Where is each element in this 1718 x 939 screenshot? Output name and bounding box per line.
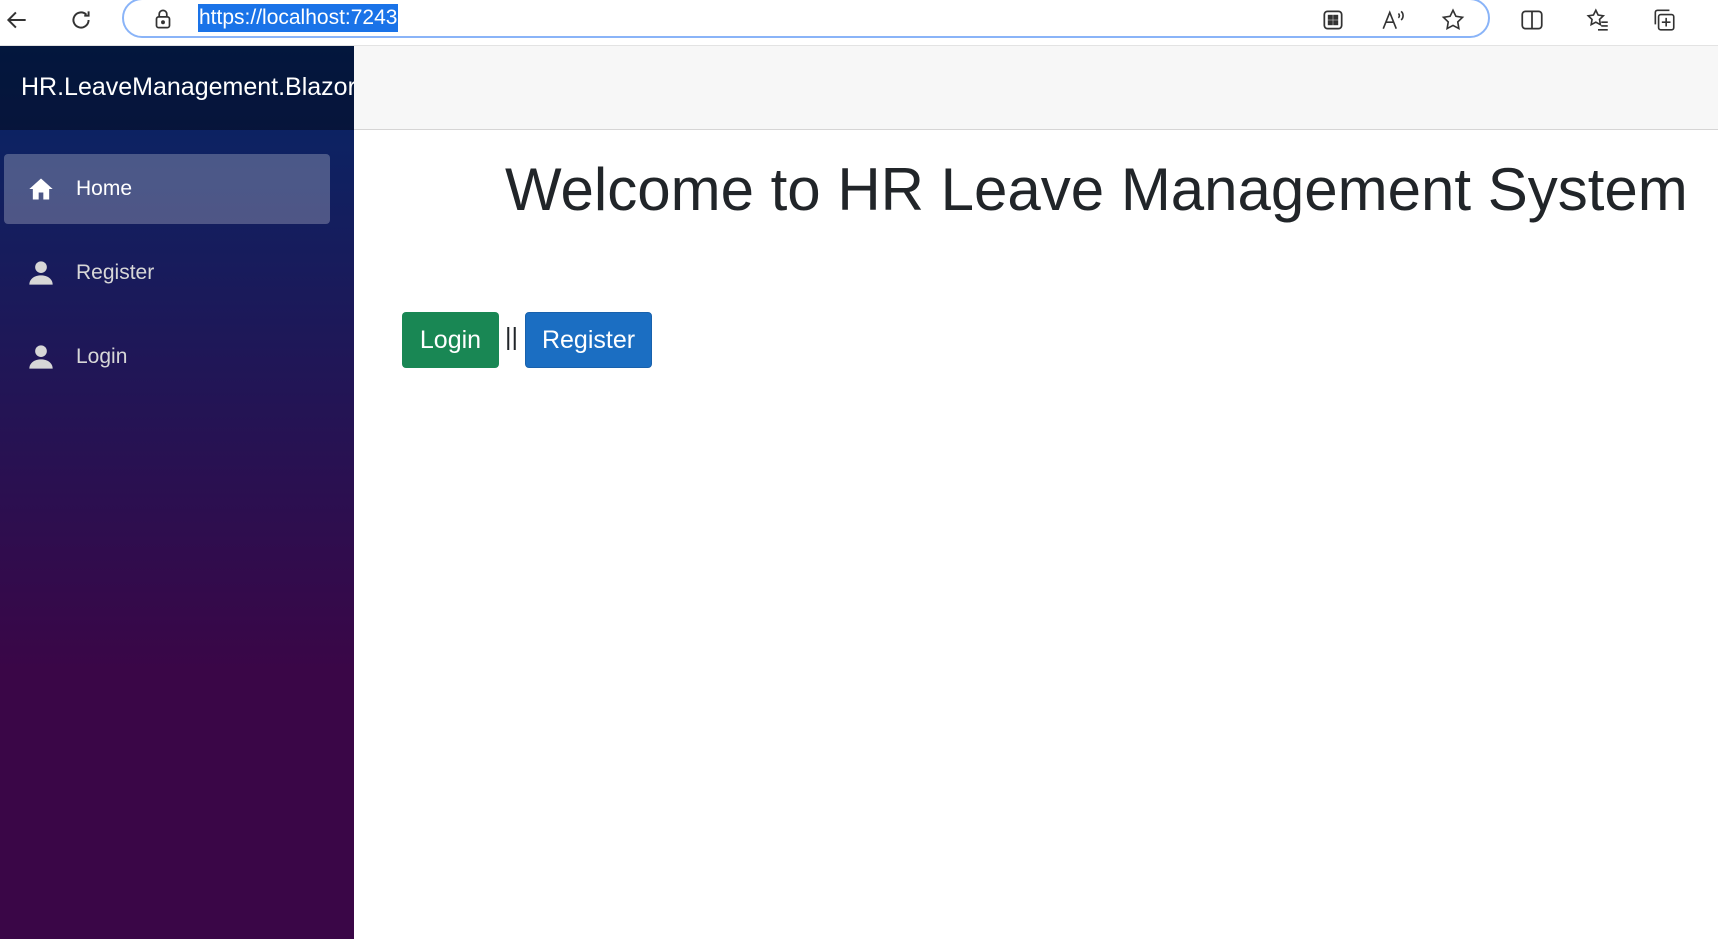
brand-title[interactable]: HR.LeaveManagement.Blazor — [21, 73, 354, 102]
url-text[interactable]: https://localhost:7243 — [198, 4, 399, 32]
sidebar-item-label: Login — [76, 345, 128, 368]
favorites-list-icon[interactable] — [1583, 5, 1613, 35]
top-row — [354, 46, 1718, 130]
sidebar: HR.LeaveManagement.Blazor Home Register … — [0, 46, 354, 939]
page-title: Welcome to HR Leave Management System — [505, 156, 1688, 223]
sidebar-item-label: Register — [76, 261, 155, 284]
person-icon — [26, 258, 56, 288]
favorite-star-icon[interactable] — [1438, 5, 1468, 35]
person-icon — [26, 342, 56, 372]
sidebar-item-register[interactable]: Register — [4, 238, 330, 308]
login-button[interactable]: Login — [402, 312, 499, 368]
lock-icon[interactable] — [150, 6, 176, 32]
back-arrow-icon[interactable] — [2, 5, 32, 35]
read-aloud-icon[interactable] — [1378, 5, 1408, 35]
navbar-brand[interactable]: HR.LeaveManagement.Blazor — [0, 46, 354, 130]
sidebar-item-login[interactable]: Login — [4, 322, 330, 392]
apps-icon[interactable] — [1318, 5, 1348, 35]
browser-toolbar: https://localhost:7243 — [0, 0, 1718, 46]
split-screen-icon[interactable] — [1517, 5, 1547, 35]
sidebar-item-home[interactable]: Home — [4, 154, 330, 224]
home-icon — [26, 174, 56, 204]
register-button[interactable]: Register — [525, 312, 652, 368]
sidebar-item-label: Home — [76, 177, 133, 200]
separator: || — [505, 323, 518, 351]
collections-icon[interactable] — [1649, 5, 1679, 35]
refresh-icon[interactable] — [66, 5, 96, 35]
address-bar[interactable]: https://localhost:7243 — [122, 0, 1490, 38]
